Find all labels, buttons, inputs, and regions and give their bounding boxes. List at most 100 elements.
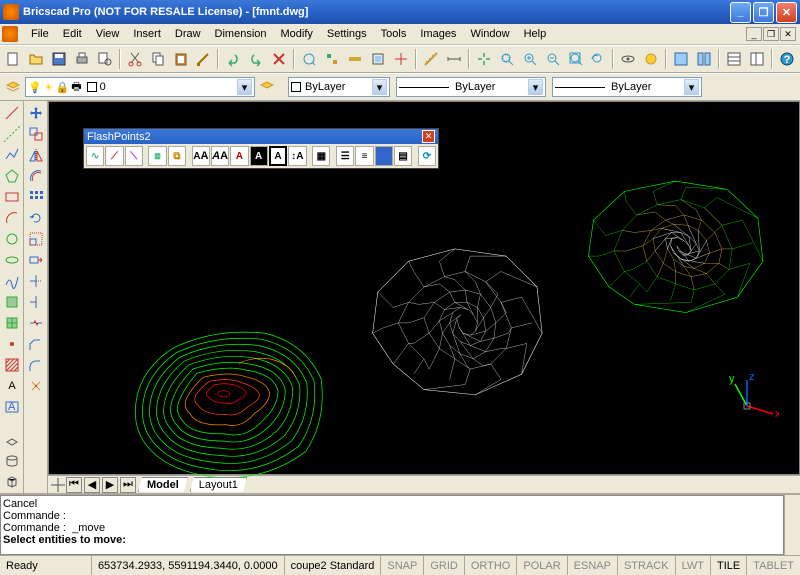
zoom-out-button[interactable] [542,48,564,70]
maximize-button[interactable]: ❐ [753,2,774,23]
layer-combo[interactable]: 💡 ☀ 🔒 🖶 0 ▾ [25,77,255,97]
fp-tool-1[interactable]: ∿ [86,146,104,166]
fp-tool-2[interactable]: ⟋ [105,146,123,166]
text-tool[interactable]: A [1,375,23,396]
copy-tool[interactable] [25,123,47,144]
surface-tool[interactable] [1,429,23,450]
zoom-window-button[interactable] [496,48,518,70]
undo-button[interactable] [222,48,244,70]
realtime-pan-button[interactable] [473,48,495,70]
fp-tool-4[interactable]: ⧈ [148,146,166,166]
toggle-esnap[interactable]: ESNAP [567,556,617,575]
move-tool[interactable] [25,102,47,123]
toggle-grid[interactable]: GRID [423,556,464,575]
save-button[interactable] [48,48,70,70]
toolicon-a[interactable] [298,48,320,70]
toolicon-b[interactable] [321,48,343,70]
menu-view[interactable]: View [89,26,127,42]
fp-color-a[interactable]: A [230,146,248,166]
lineweight-combo[interactable]: ByLayer ▾ [552,77,702,97]
redo-button[interactable] [245,48,267,70]
polygon-tool[interactable] [1,165,23,186]
print-preview-button[interactable] [94,48,116,70]
menu-images[interactable]: Images [413,26,463,42]
toggle-lwt[interactable]: LWT [675,556,710,575]
measure-icon[interactable] [420,48,442,70]
layer-manager-button[interactable] [2,76,24,98]
linetype-combo[interactable]: ByLayer ▾ [396,77,546,97]
fp-tool-3[interactable]: ⟍ [125,146,143,166]
menu-draw[interactable]: Draw [168,26,208,42]
close-button[interactable]: ✕ [776,2,797,23]
fp-settings[interactable]: ≡ [355,146,373,166]
view-button[interactable] [617,48,639,70]
cut-button[interactable] [124,48,146,70]
menu-tools[interactable]: Tools [374,26,414,42]
fp-list[interactable]: ☰ [336,146,354,166]
break-tool[interactable] [25,312,47,333]
new-button[interactable] [2,48,24,70]
menu-edit[interactable]: Edit [56,26,89,42]
ellipse-tool[interactable] [1,249,23,270]
toggle-polar[interactable]: POLAR [516,556,566,575]
extend-tool[interactable] [25,291,47,312]
toggle-ortho[interactable]: ORTHO [464,556,517,575]
menu-window[interactable]: Window [463,26,516,42]
command-scrollbar[interactable] [784,495,800,555]
trim-tool[interactable] [25,270,47,291]
box-tool[interactable] [1,471,23,492]
fp-arrows-a[interactable]: ↕A [288,146,306,166]
insert-block-tool[interactable] [1,291,23,312]
fillet-tool[interactable] [25,354,47,375]
fp-doc[interactable]: ▤ [394,146,412,166]
fp-outline-a[interactable]: A [269,146,287,166]
revolve-tool[interactable] [1,450,23,471]
fp-blue[interactable] [375,146,393,166]
polyline-tool[interactable] [1,144,23,165]
match-properties-button[interactable] [193,48,215,70]
make-block-tool[interactable] [1,312,23,333]
delete-button[interactable] [268,48,290,70]
zoom-in-button[interactable] [519,48,541,70]
doc-minimize-button[interactable]: _ [746,27,762,41]
panel-close-button[interactable]: ✕ [422,130,435,143]
window-icon-b[interactable] [693,48,715,70]
toggle-snap[interactable]: SNAP [380,556,423,575]
fp-box-a[interactable]: A [250,146,268,166]
fp-style-a[interactable]: AA [211,146,229,166]
command-text[interactable]: Cancel Commande : Commande : _move Selec… [0,495,784,555]
spline-tool[interactable] [1,270,23,291]
line-tool[interactable] [1,102,23,123]
dimension-icon[interactable] [443,48,465,70]
doc-restore-button[interactable]: ❐ [763,27,779,41]
explode-tool[interactable] [25,375,47,396]
offset-tool[interactable] [25,165,47,186]
scale-tool[interactable] [25,228,47,249]
doc-close-button[interactable]: ✕ [780,27,796,41]
zoom-extents-button[interactable] [565,48,587,70]
chamfer-tool[interactable] [25,333,47,354]
render-button[interactable] [640,48,662,70]
fp-refresh[interactable]: ⟳ [418,146,436,166]
tab-model[interactable]: Model [138,477,188,492]
menu-help[interactable]: Help [517,26,554,42]
copy-button[interactable] [147,48,169,70]
toggle-tablet[interactable]: TABLET [746,556,800,575]
window-icon-a[interactable] [670,48,692,70]
help-button[interactable]: ? [776,48,798,70]
toolicon-c[interactable] [344,48,366,70]
mirror-tool[interactable] [25,144,47,165]
point-tool[interactable] [1,333,23,354]
flashpoints-panel[interactable]: FlashPoints2 ✕ ∿ ⟋ ⟍ ⧈ ⧉ AA AA A A A ↕A … [83,128,439,169]
print-button[interactable] [71,48,93,70]
rectangle-tool[interactable] [1,186,23,207]
hatch-tool[interactable] [1,354,23,375]
circle-tool[interactable] [1,228,23,249]
stretch-tool[interactable] [25,249,47,270]
open-button[interactable] [25,48,47,70]
toggle-strack[interactable]: STRACK [617,556,675,575]
toggle-tile[interactable]: TILE [710,556,746,575]
arc-tool[interactable] [1,207,23,228]
layers-button[interactable] [746,48,768,70]
zoom-previous-button[interactable] [588,48,610,70]
